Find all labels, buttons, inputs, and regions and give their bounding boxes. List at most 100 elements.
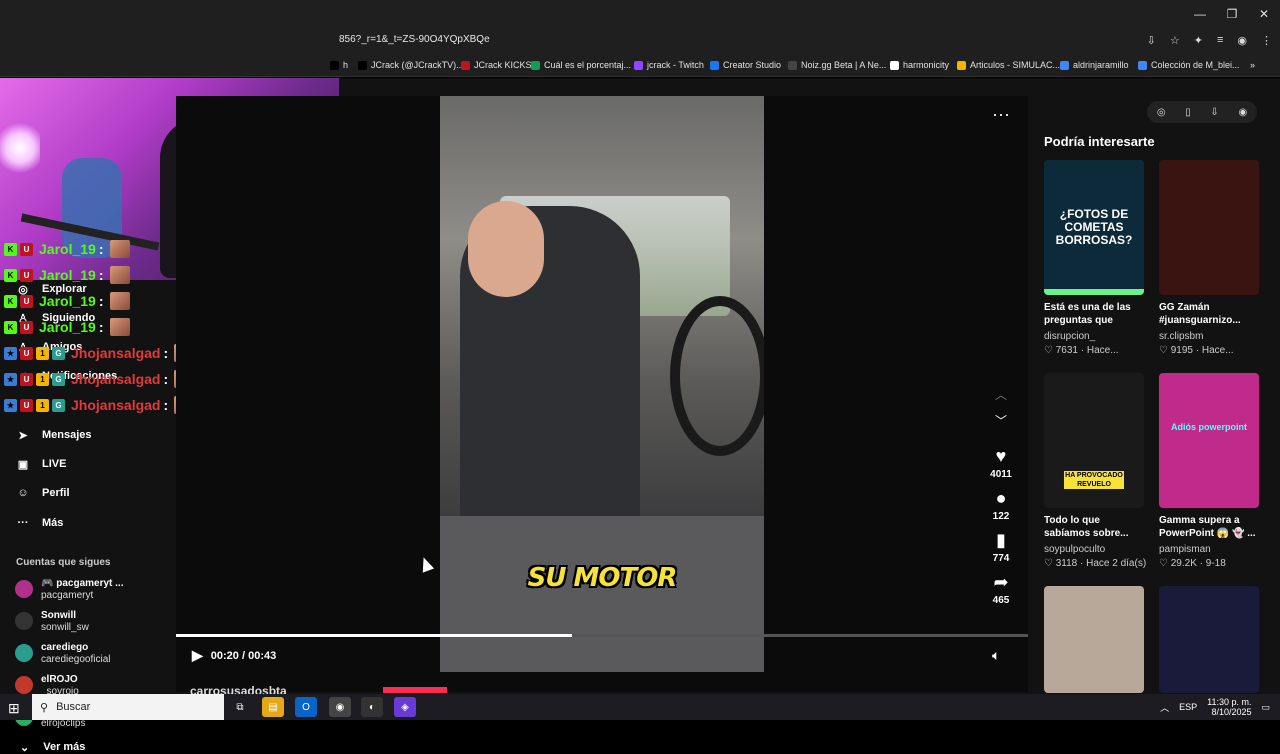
followed-account[interactable]: carediego carediegooficial — [15, 642, 111, 666]
like-button[interactable]: ♥ 4011 — [990, 446, 1012, 480]
app-icon[interactable]: ◈ — [394, 697, 416, 717]
close-icon[interactable]: ✕ — [1248, 0, 1280, 28]
account-name: Sonwill — [41, 610, 76, 621]
live-icon: ▣ — [17, 458, 29, 471]
bookmark-label: Creator Studio — [723, 60, 782, 70]
bookmark-item[interactable]: aldrinjaramillo — [1060, 60, 1129, 70]
comment-button[interactable]: ● 122 — [993, 488, 1010, 522]
video-title: GG Zamán #juansguarnizo... — [1159, 302, 1241, 326]
chat-username: Jhojansalgad — [71, 397, 161, 413]
recommended-video[interactable]: Adiós powerpoint Gamma supera a PowerPoin… — [1159, 373, 1259, 569]
recommended-video[interactable] — [1044, 586, 1144, 693]
mobile-icon[interactable]: ▯ — [1185, 107, 1191, 118]
download-icon[interactable]: ⇩ — [1210, 107, 1218, 118]
progress-bar[interactable] — [176, 634, 1028, 637]
nav-item-5[interactable]: ▣ LIVE — [16, 457, 67, 471]
chat-badge-icon: K — [4, 268, 17, 282]
follow-button[interactable] — [383, 687, 447, 693]
bookmark-item[interactable]: harmonicity — [890, 60, 949, 70]
sub-badge-icon: U — [20, 398, 33, 412]
recommended-video[interactable] — [1159, 586, 1259, 693]
tray-chevron-icon[interactable]: ︿ — [1160, 701, 1169, 714]
gift-badge-icon: 1 — [36, 398, 49, 412]
video-author: soypulpoculto — [1044, 544, 1106, 555]
bookmark-favicon-icon — [1060, 60, 1069, 70]
nav-label: Mensajes — [42, 429, 92, 441]
recommended-video[interactable]: HA PROVOCADO REVUELO Todo lo que sabíamos… — [1044, 373, 1146, 569]
gift-badge-icon: 1 — [36, 372, 49, 386]
video-thumbnail: Adiós powerpoint — [1159, 373, 1259, 508]
play-icon[interactable]: ▶ — [192, 647, 203, 664]
bookmark-label: Colección de M_blei... — [1151, 60, 1240, 70]
chat-username: Jhojansalgad — [71, 345, 161, 361]
share-button[interactable]: ➦ 465 — [993, 572, 1010, 606]
bookmark-star-icon[interactable]: ☆ — [1170, 34, 1180, 47]
save-button[interactable]: ▮ 774 — [993, 530, 1010, 564]
chat-username: Jarol_19 — [39, 319, 96, 335]
prev-video-icon[interactable]: ︿ — [995, 386, 1007, 412]
clock[interactable]: 11:30 p. m. 8/10/2025 — [1207, 697, 1251, 717]
nav-item-6[interactable]: ☺ Perfil — [16, 486, 69, 500]
recommended-video[interactable]: ¿FOTOS DE COMETAS BORROSAS? Está es una d… — [1044, 160, 1144, 356]
thumbnail-text: ¿FOTOS DE COMETAS BORROSAS? — [1055, 207, 1133, 247]
install-icon[interactable]: ⇩ — [1147, 34, 1156, 47]
more-options-icon[interactable]: ··· — [992, 104, 1010, 125]
more-bookmarks-icon[interactable]: » — [1250, 60, 1255, 70]
nav-item-7[interactable]: ··· Más — [16, 516, 64, 530]
extensions-icon[interactable]: ✦ — [1194, 34, 1203, 47]
video-author: sr.clipsbm — [1159, 331, 1204, 342]
nav-item-4[interactable]: ➤ Mensajes — [16, 428, 92, 442]
restore-icon[interactable]: ❐ — [1216, 0, 1248, 28]
file-explorer-icon[interactable]: ▤ — [262, 697, 284, 717]
obs-icon[interactable]: ◐ — [361, 697, 383, 717]
profile-icon[interactable]: ◉ — [1237, 34, 1247, 47]
bookmark-item[interactable]: Noiz.gg Beta | A Ne... — [788, 60, 886, 70]
chat-username: Jhojansalgad — [71, 371, 161, 387]
bookmark-item[interactable]: Colección de M_blei... — [1138, 60, 1240, 70]
recommended-video[interactable]: GG Zamán #juansguarnizo... sr.clipsbm ♡ 91… — [1159, 160, 1259, 356]
sub-badge-icon: U — [20, 346, 33, 360]
bookmark-item[interactable]: h — [330, 60, 348, 70]
task-view-icon[interactable]: ⧉ — [229, 697, 251, 717]
bookmark-item[interactable]: JCrack (@JCrackTV)... — [358, 60, 464, 70]
next-video-icon[interactable]: ﹀ — [995, 412, 1007, 438]
bookmark-label: Noiz.gg Beta | A Ne... — [801, 60, 887, 70]
clock-date: 8/10/2025 — [1211, 707, 1252, 717]
bookmark-item[interactable]: jcrack - Twitch — [634, 60, 704, 70]
video-frame[interactable]: SU MOTOR — [440, 96, 764, 672]
url-field[interactable]: 856?_r=1&_t=ZS-90O4YQpXBQe — [339, 34, 490, 45]
volume-icon[interactable]: 🔈︎ — [992, 647, 1000, 664]
thumbnail-text: HA PROVOCADO REVUELO — [1064, 471, 1124, 489]
minimize-icon[interactable]: — — [1184, 0, 1216, 28]
address-bar: 856?_r=1&_t=ZS-90O4YQpXBQe ⇩ ☆ ✦ ≡ ◉ ⋮ — [0, 30, 1280, 55]
avatar — [15, 612, 33, 630]
language-indicator[interactable]: ESP — [1179, 702, 1197, 712]
playlist-icon[interactable]: ≡ — [1217, 34, 1223, 47]
followed-account[interactable]: 🎮 pacgameryt ... pacgameryt — [15, 578, 123, 602]
notifications-icon[interactable]: ▭ — [1261, 702, 1270, 713]
bookmark-item[interactable]: JCrack KICKS — [461, 60, 532, 70]
bookmark-favicon-icon — [461, 60, 470, 70]
share-count: 465 — [992, 595, 1010, 606]
windows-start-icon[interactable]: ⊞ — [8, 700, 20, 717]
menu-icon[interactable]: ⋮ — [1261, 34, 1272, 47]
save-count: 774 — [992, 553, 1010, 564]
video-author: pampisman — [1159, 544, 1211, 555]
bookmark-icon: ▮ — [996, 530, 1006, 550]
bookmark-item[interactable]: Cuál es el porcentaj... — [531, 60, 631, 70]
target-icon[interactable]: ◎ — [1157, 107, 1166, 118]
followed-account[interactable]: Sonwill sonwill_sw — [15, 610, 89, 634]
clock-time: 11:30 p. m. — [1207, 697, 1252, 707]
taskbar-search[interactable]: ⚲ Buscar — [32, 694, 224, 720]
bookmark-item[interactable]: Articulos - SIMULAC... — [957, 60, 1060, 70]
see-more-button[interactable]: ⌄ Ver más — [20, 741, 85, 754]
chrome-icon[interactable]: ◉ — [329, 697, 351, 717]
bookmark-favicon-icon — [358, 60, 367, 70]
profile-avatar-icon[interactable]: ◉ — [1238, 107, 1247, 118]
bookmark-favicon-icon — [710, 60, 719, 70]
video-player[interactable]: SU MOTOR ··· ︿ ﹀ ♥ 4011 ● 122 ▮ 774 ➦ 46… — [176, 96, 1028, 692]
chat-badge-icon: ★ — [4, 346, 17, 360]
bookmark-item[interactable]: Creator Studio — [710, 60, 781, 70]
outlook-icon[interactable]: O — [295, 697, 317, 717]
account-handle: sonwill_sw — [41, 622, 89, 633]
